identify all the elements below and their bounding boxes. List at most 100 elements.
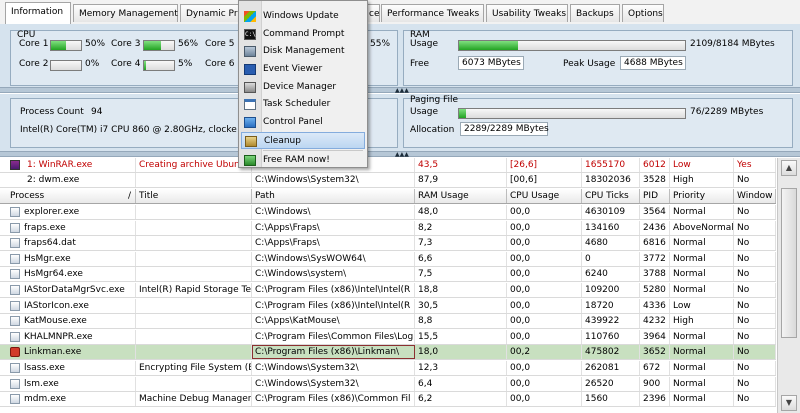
table-row[interactable]: HsMgr64.exe C:\Windows\system\ 7,5 00,0 6240… [0, 267, 776, 283]
cell-path: C:\Apps\Fraps\ [252, 236, 415, 251]
cell-pid: 3964 [640, 329, 670, 344]
menu-item-label: Windows Update [263, 11, 339, 21]
cell-window: No [734, 236, 776, 251]
menu-item-control-panel[interactable]: Control Panel [241, 114, 365, 131]
column-header-cpu[interactable]: CPU Usage [507, 189, 582, 203]
table-row[interactable]: fraps64.dat C:\Apps\Fraps\ 7,3 00,0 4680 6816… [0, 236, 776, 252]
table-row[interactable]: lsm.exe C:\Windows\System32\ 6,4 00,0 26520 9… [0, 376, 776, 392]
menu-item-windows-update[interactable]: Windows Update [241, 8, 365, 25]
cell-ticks: 1560 [582, 392, 640, 407]
cell-path: C:\Apps\Fraps\ [252, 220, 415, 235]
sort-indicator: / [128, 191, 132, 201]
table-row[interactable]: HsMgr.exe C:\Windows\SysWOW64\ 6,6 00,0 0 377… [0, 251, 776, 267]
cell-title: Creating archive Ubun [136, 158, 252, 172]
cell-ram: 6,2 [415, 392, 507, 407]
control-panel-icon [244, 117, 256, 128]
menu-item-disk-management[interactable]: Disk Management [241, 43, 365, 60]
cell-ram: 7,3 [415, 236, 507, 251]
cell-ticks: 439922 [582, 314, 640, 329]
windows-update-icon [244, 11, 256, 22]
ram-peak-value: 4688 MBytes [620, 56, 686, 70]
core-1-bar [50, 40, 82, 51]
tab-information[interactable]: Information [5, 2, 71, 24]
table-row[interactable]: mdm.exe Machine Debug Manager C:\Program F… [0, 392, 776, 408]
cell-pid: 4336 [640, 298, 670, 313]
column-header-window[interactable]: Window [734, 189, 776, 203]
cell-window: Yes [734, 158, 776, 172]
cell-window: No [734, 220, 776, 235]
scroll-up-icon[interactable]: ▲ [781, 160, 797, 176]
command-prompt-icon: C:\ [244, 29, 256, 40]
overview-panel: CPU Core 1 50% Core 3 56% Core 5 55% Cor… [0, 24, 800, 89]
table-row[interactable]: KatMouse.exe C:\Apps\KatMouse\ 8,8 00,0 4399… [0, 314, 776, 330]
cell-ticks: 134160 [582, 220, 640, 235]
table-row[interactable]: IAStorIcon.exe C:\Program Files (x86)\Int… [0, 298, 776, 314]
menu-item-command-prompt[interactable]: C:\ Command Prompt [241, 26, 365, 43]
column-header-path[interactable]: Path [252, 189, 415, 203]
table-row[interactable]: KHALMNPR.exe C:\Program Files\Common File… [0, 329, 776, 345]
cell-path: C:\Program Files\Common Files\Log [252, 329, 415, 344]
paging-usage-value: 76/2289 MBytes [690, 107, 764, 117]
tab-memory-management[interactable]: Memory Management [73, 4, 178, 22]
tab-options[interactable]: Options [622, 4, 664, 22]
scroll-thumb[interactable] [781, 188, 797, 338]
scroll-down-icon[interactable]: ▼ [781, 395, 797, 411]
cell-ticks: 4680 [582, 236, 640, 251]
cell-ram: 6,6 [415, 251, 507, 266]
cell-ram: 87,9 [415, 173, 507, 187]
cell-path: C:\Windows\System32\ [252, 173, 415, 187]
cell-window: No [734, 345, 776, 360]
cell-ram: 8,8 [415, 314, 507, 329]
tab-dynamic-priority[interactable]: Dynamic Pri [180, 4, 240, 22]
menu-item-free-ram[interactable]: Free RAM now! [241, 152, 365, 169]
column-header-ram[interactable]: RAM Usage [415, 189, 507, 203]
table-header: Process / Title Path RAM Usage CPU Usage… [0, 189, 776, 204]
splitter-1[interactable]: ▲▲▲ [0, 87, 800, 94]
menu-item-cleanup[interactable]: Cleanup [241, 132, 365, 149]
cell-ticks: 262081 [582, 361, 640, 375]
cell-priority: Low [670, 158, 734, 172]
tab-backups[interactable]: Backups [570, 4, 620, 22]
cell-process: lsass.exe [0, 361, 136, 375]
ram-peak-label: Peak Usage [563, 59, 616, 69]
cell-ram: 18,0 [415, 345, 507, 360]
cell-path: C:\Windows\ [252, 205, 415, 219]
table-row[interactable]: explorer.exe C:\Windows\ 48,0 00,0 4630109 35… [0, 205, 776, 220]
cell-window: No [734, 251, 776, 266]
table-row[interactable]: fraps.exe C:\Apps\Fraps\ 8,2 00,0 134160 2436… [0, 220, 776, 236]
tab-performance-tweaks[interactable]: Performance Tweaks [381, 4, 484, 22]
core-2-label: Core 2 [19, 59, 49, 69]
splitter-2[interactable]: ▲▲▲ [0, 151, 800, 158]
tab-partial[interactable]: ce [366, 4, 380, 22]
column-header-process[interactable]: Process / [0, 189, 136, 203]
menu-item-label: Command Prompt [263, 29, 345, 39]
menu-item-task-scheduler[interactable]: Task Scheduler [241, 96, 365, 113]
cell-cpu: 00,2 [507, 345, 582, 360]
task-scheduler-icon [244, 99, 256, 110]
cell-priority: Normal [670, 329, 734, 344]
menu-item-device-manager[interactable]: Device Manager [241, 79, 365, 96]
core-4-label: Core 4 [111, 59, 141, 69]
cell-title [136, 173, 252, 187]
column-header-ticks[interactable]: CPU Ticks [582, 189, 640, 203]
ram-free-label: Free [410, 59, 430, 69]
top-process-row[interactable]: 1: WinRAR.exe Creating archive Ubun 43,5… [0, 158, 776, 173]
cell-pid: 3788 [640, 267, 670, 282]
disk-management-icon [244, 46, 256, 57]
menu-item-event-viewer[interactable]: Event Viewer [241, 61, 365, 78]
table-row[interactable]: lsass.exe Encrypting File System (E C:\Win… [0, 361, 776, 376]
cell-pid: 6012 [640, 158, 670, 172]
cell-window: No [734, 283, 776, 297]
column-header-title[interactable]: Title [136, 189, 252, 203]
cell-priority: Normal [670, 392, 734, 407]
tab-usability-tweaks[interactable]: Usability Tweaks [486, 4, 568, 22]
top-process-row[interactable]: 2: dwm.exe C:\Windows\System32\ 87,9 [00… [0, 173, 776, 188]
cell-window: No [734, 392, 776, 407]
vertical-scrollbar[interactable]: ▲ ▼ [777, 158, 800, 413]
cell-priority: Normal [670, 267, 734, 282]
column-header-priority[interactable]: Priority [670, 189, 734, 203]
table-row[interactable]: Linkman.exe C:\Program Files (x86)\Linkma… [0, 345, 776, 361]
table-row[interactable]: IAStorDataMgrSvc.exe Intel(R) Rapid Stora… [0, 283, 776, 298]
cell-title [136, 376, 252, 391]
column-header-pid[interactable]: PID [640, 189, 670, 203]
